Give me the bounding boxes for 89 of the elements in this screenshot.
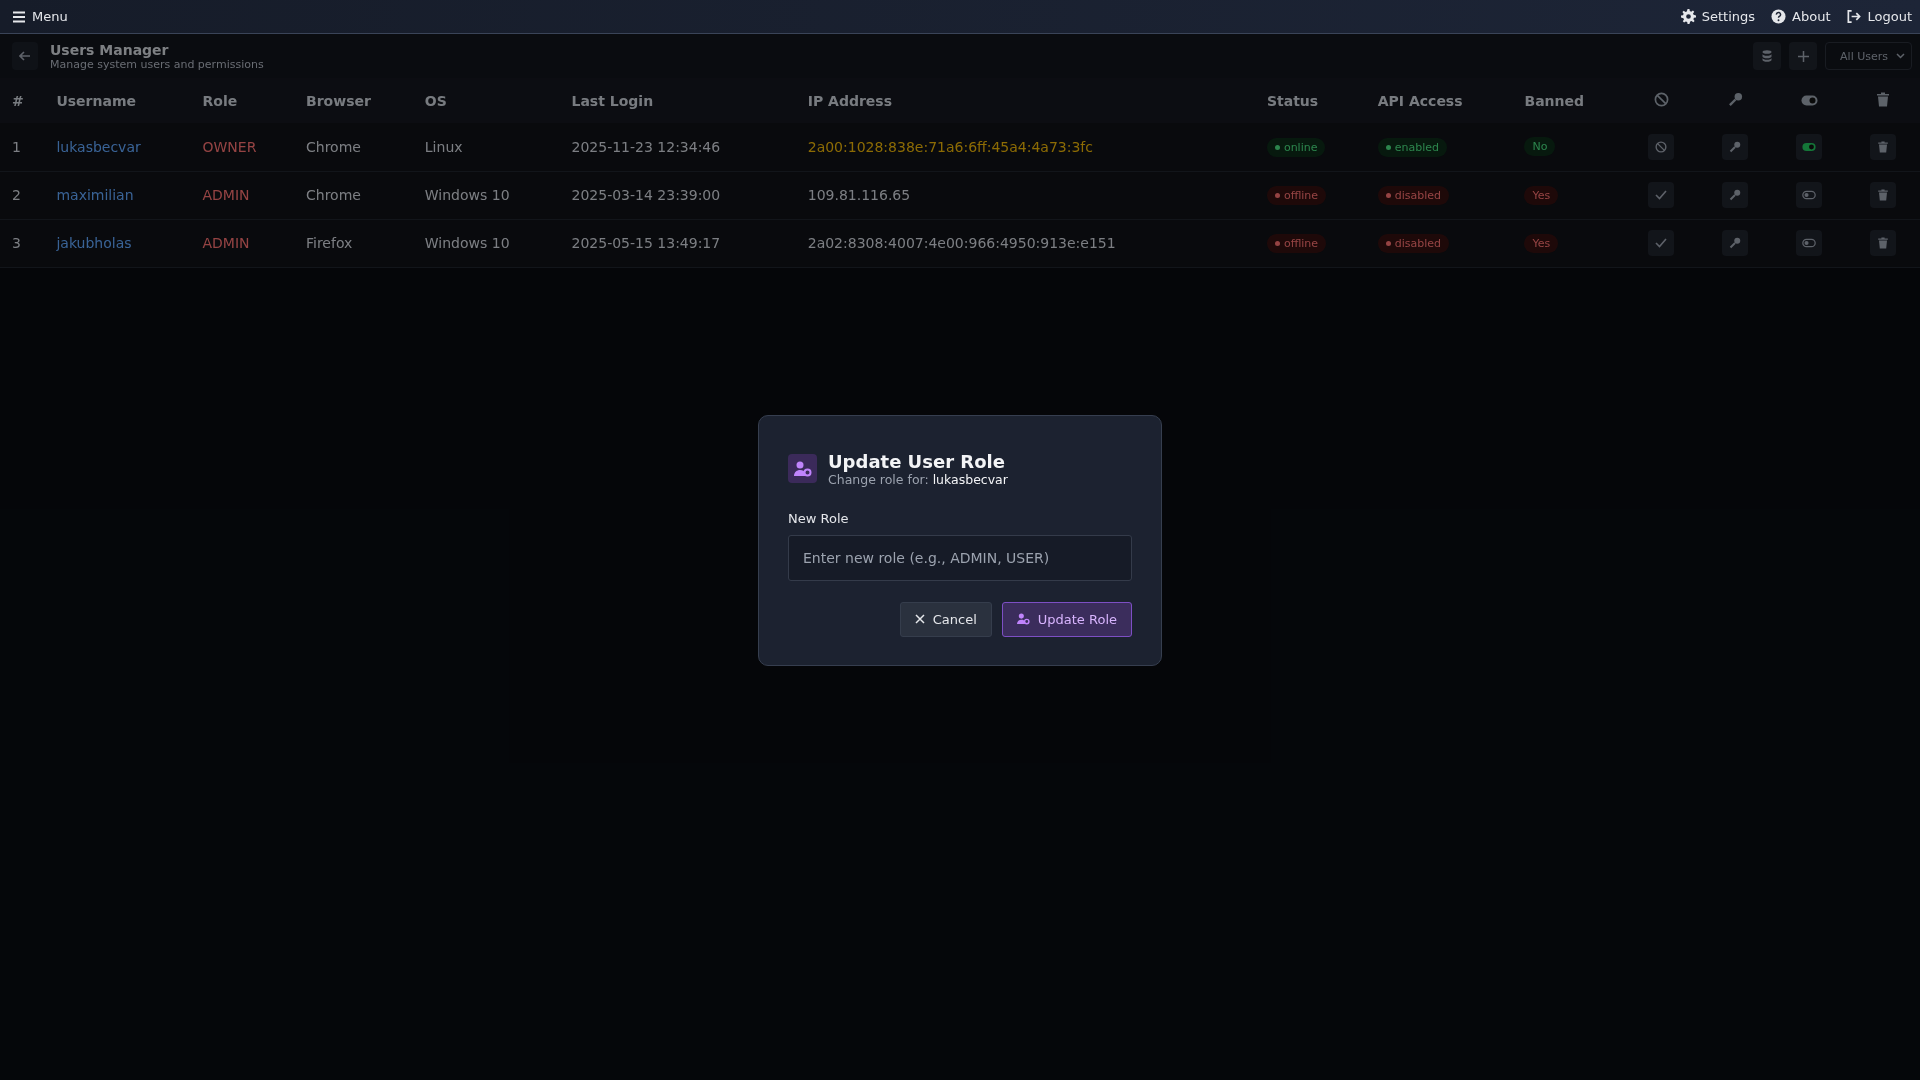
close-icon: [914, 614, 925, 624]
status-badge: offline: [1266, 234, 1327, 253]
column-header: Role: [190, 78, 294, 123]
column-header: Browser: [294, 78, 413, 123]
browser-cell: Chrome: [294, 171, 413, 219]
os-cell: Linux: [412, 123, 560, 171]
toggle-icon: [1800, 94, 1818, 106]
page-title: Users Manager: [50, 41, 170, 58]
key-icon: [1727, 91, 1743, 107]
browser-cell: Firefox: [294, 219, 413, 267]
ban-button[interactable]: [1648, 133, 1674, 160]
column-header: API Access: [1365, 78, 1513, 123]
add-button[interactable]: [1789, 42, 1818, 70]
trash-icon: [1877, 91, 1889, 107]
check-icon: [1655, 238, 1667, 248]
key-icon: [1729, 237, 1741, 249]
api-toggle-button[interactable]: [1796, 230, 1822, 256]
about-link[interactable]: About: [1769, 7, 1833, 26]
toggle-icon: [1802, 141, 1816, 152]
delete-button[interactable]: [1870, 133, 1896, 160]
key-icon: [1729, 140, 1741, 153]
row-number: 1: [0, 123, 45, 171]
role-button[interactable]: [1722, 133, 1748, 160]
column-header: Username: [44, 78, 191, 123]
chevron-down-icon: [1896, 53, 1905, 59]
column-header: IP Address: [795, 78, 1255, 123]
api-toggle-button[interactable]: [1796, 133, 1822, 160]
unban-button[interactable]: [1648, 182, 1674, 208]
update-role-button[interactable]: Update Role: [1001, 601, 1132, 637]
role-button[interactable]: [1722, 182, 1748, 208]
row-number: 3: [0, 219, 45, 267]
api-access-badge: disabled: [1377, 234, 1450, 253]
api-toggle-button[interactable]: [1796, 182, 1822, 208]
status-badge: offline: [1266, 186, 1327, 205]
unban-button[interactable]: [1648, 230, 1674, 256]
delete-button[interactable]: [1870, 230, 1896, 256]
role-button[interactable]: [1722, 230, 1748, 256]
ban-icon: [1653, 91, 1669, 107]
check-icon: [1655, 190, 1667, 200]
row-number: 2: [0, 171, 45, 219]
database-icon: [1762, 50, 1773, 62]
column-header: Last Login: [559, 78, 796, 123]
trash-icon: [1878, 237, 1888, 249]
plus-icon: [1797, 50, 1809, 62]
role-input-field[interactable]: Enter new role (e.g., ADMIN, USER): [788, 534, 1132, 581]
role-cell: ADMIN: [190, 219, 294, 267]
last-login-cell: 2025-03-14 23:39:00: [559, 171, 796, 219]
role-cell: OWNER: [190, 123, 294, 171]
menu-button[interactable]: Menu: [10, 7, 70, 26]
key-icon: [1729, 189, 1741, 201]
dialog-subtitle: Change role for: lukasbecvar: [828, 471, 1008, 487]
browser-cell: Chrome: [294, 123, 413, 171]
delete-button[interactable]: [1870, 182, 1896, 208]
column-header: Banned: [1512, 78, 1624, 123]
status-badge: online: [1266, 137, 1326, 157]
banned-badge: No: [1524, 137, 1556, 157]
ip-address-cell: 2a02:8308:4007:4e00:966:4950:913e:e151: [795, 219, 1255, 267]
column-header: #: [0, 78, 45, 123]
menu-icon: [12, 10, 26, 23]
toggle-icon: [1802, 190, 1816, 200]
settings-link[interactable]: Settings: [1678, 7, 1758, 26]
trash-icon: [1878, 140, 1888, 153]
toggle-icon: [1802, 238, 1816, 248]
role-cell: ADMIN: [190, 171, 294, 219]
database-button[interactable]: [1753, 42, 1782, 70]
last-login-cell: 2025-05-15 13:49:17: [559, 219, 796, 267]
os-cell: Windows 10: [412, 171, 560, 219]
cancel-button[interactable]: Cancel: [899, 601, 992, 637]
back-arrow-icon: [19, 51, 31, 61]
ban-icon: [1655, 140, 1667, 153]
column-header: Status: [1254, 78, 1366, 123]
page-subtitle: Manage system users and permissions: [50, 57, 265, 71]
field-label: New Role: [788, 510, 850, 526]
help-icon: [1771, 9, 1787, 24]
trash-icon: [1878, 189, 1888, 201]
logout-icon: [1846, 9, 1862, 24]
api-access-badge: disabled: [1377, 186, 1450, 205]
ip-address-cell: 2a00:1028:838e:71a6:6ff:45a4:4a73:3fc: [795, 123, 1255, 171]
back-button[interactable]: [12, 42, 38, 70]
banned-badge: Yes: [1524, 233, 1559, 253]
settings-icon: [1680, 9, 1696, 24]
ip-address-cell: 109.81.116.65: [795, 171, 1255, 219]
api-access-badge: enabled: [1377, 137, 1448, 157]
os-cell: Windows 10: [412, 219, 560, 267]
column-header: OS: [412, 78, 560, 123]
logout-link[interactable]: Logout: [1844, 7, 1914, 26]
dialog-title: Update User Role: [828, 450, 1006, 472]
banned-badge: Yes: [1524, 185, 1559, 205]
last-login-cell: 2025-11-23 12:34:46: [559, 123, 796, 171]
